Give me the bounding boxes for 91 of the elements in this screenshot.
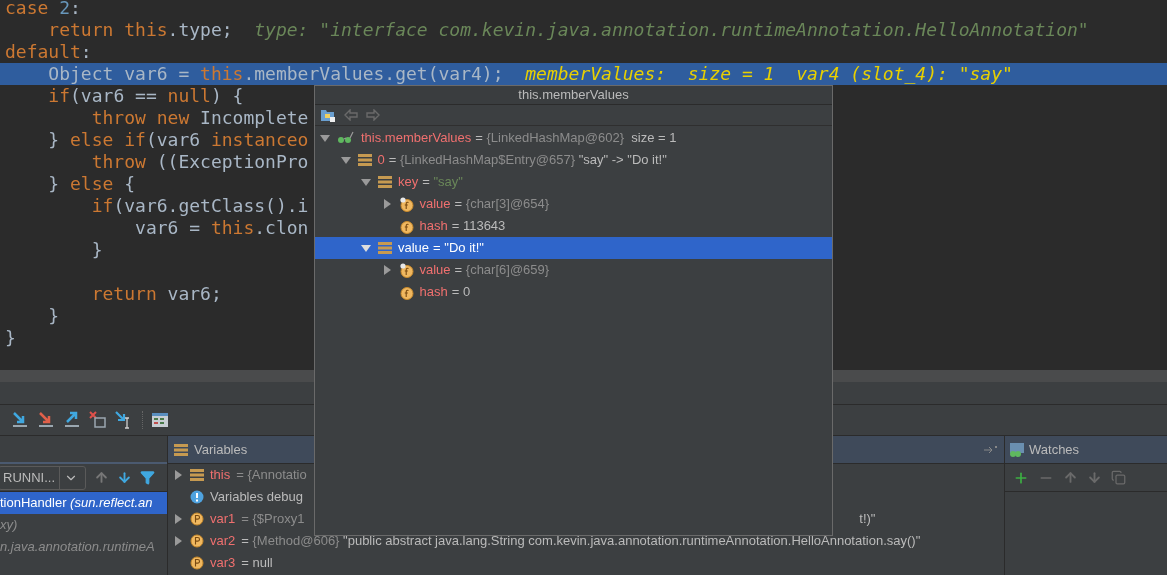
tree-row[interactable]: value = {char[3]@654}	[315, 193, 832, 215]
expand-arrow-icon[interactable]	[172, 535, 184, 547]
variable-value: = 0	[451, 283, 471, 302]
variable-value: = "Do it!"	[433, 239, 484, 258]
back-icon[interactable]	[344, 109, 358, 121]
variable-name: var2	[210, 532, 236, 551]
variable-value: = 113643	[451, 217, 506, 236]
variable-name: hash	[419, 217, 448, 236]
tree-row[interactable]: this.memberValues = {LinkedHashMap@602} size = 1	[315, 127, 832, 149]
variable-value: = {LinkedHashMap$Entry@657} "say" -> "Do it!"	[388, 151, 667, 170]
drop-frame-icon[interactable]	[88, 410, 108, 430]
folder-icon[interactable]	[320, 107, 336, 123]
arrow-down-icon[interactable]	[1087, 470, 1102, 485]
code-line: default:	[5, 41, 92, 63]
frame-row[interactable]: xy)	[0, 514, 167, 536]
thread-dropdown[interactable]: RUNNI...	[0, 465, 86, 490]
step-into-icon[interactable]	[10, 410, 30, 430]
code-line: }	[5, 327, 16, 349]
variable-value: = {LinkedHashMap@602} size = 1	[475, 129, 677, 148]
variable-name: hash	[419, 283, 448, 302]
field-list-icon	[190, 469, 204, 481]
field-list-icon	[174, 443, 188, 456]
frame-row[interactable]: n.java.annotation.runtimeA	[0, 536, 167, 558]
tree-row[interactable]: 0 = {LinkedHashMap$Entry@657} "say" -> "Do it!"	[315, 149, 832, 171]
tree-row[interactable]: hash = 113643	[315, 215, 832, 237]
field-list-icon	[357, 154, 372, 166]
tree-row[interactable]: value = "Do it!"	[315, 237, 832, 259]
code-line: case 2:	[5, 0, 81, 19]
info-message: Variables debug	[210, 488, 303, 507]
panel-title: Variables	[194, 440, 248, 459]
evaluate-icon[interactable]	[151, 411, 169, 429]
field-icon	[398, 218, 414, 234]
code-line: throw new Incomplete	[90, 107, 309, 129]
variable-value: = null	[241, 554, 273, 573]
variable-value: = {Annotatio	[236, 466, 307, 485]
final-field-icon	[398, 196, 414, 212]
copy-icon[interactable]	[1111, 470, 1126, 485]
variable-name: var3	[210, 554, 236, 573]
code-line: var6 = this.clon	[134, 217, 309, 239]
variable-value: t!)"	[859, 510, 876, 529]
glasses-icon	[1009, 441, 1025, 458]
field-icon	[398, 284, 414, 300]
tree-row[interactable]: hash = 0	[315, 281, 832, 303]
code-line: return this.type; type: "interface com.kevin.java.annotation.runtimeAnnotation.HelloAnnotation"	[47, 19, 1089, 41]
code-line: }	[90, 239, 103, 261]
variable-value: = {char[6]@659}	[454, 261, 550, 280]
code-line: Object var6 = this.memberValues.get(var4); memberValues: size = 1 var4 (slot_4): "say"	[47, 63, 1013, 85]
final-field-icon	[398, 262, 414, 278]
variable-name: value	[419, 195, 451, 214]
code-line: }	[47, 305, 60, 327]
popup-title: this.memberValues	[518, 86, 629, 105]
filter-icon[interactable]	[140, 470, 155, 485]
variable-value: = {$Proxy1	[241, 510, 305, 529]
panel-title: Watches	[1029, 440, 1080, 459]
collapse-arrow-icon[interactable]	[339, 154, 352, 166]
variable-name: value	[419, 261, 451, 280]
tree-row[interactable]: key = "say"	[315, 171, 832, 193]
collapse-arrow-icon[interactable]	[360, 176, 372, 188]
code-line: throw ((ExceptionPro	[90, 151, 309, 173]
variable-value: = {Method@606} "public abstract java.lang.String com.kevin.java.annotation.runtimeAnnotation.HelloAnnotation.say()"	[241, 532, 921, 551]
variable-name: value	[398, 239, 430, 258]
glasses-icon	[337, 131, 355, 145]
arrow-down-icon[interactable]	[117, 470, 132, 485]
parameter-icon	[190, 534, 204, 548]
variable-name: 0	[377, 151, 385, 170]
code-line: if(var6 == null) {	[47, 85, 244, 107]
expand-arrow-icon[interactable]	[172, 469, 184, 481]
variable-name: var1	[210, 510, 236, 529]
collapse-arrow-icon[interactable]	[319, 132, 331, 144]
code-line: if(var6.getClass().i	[90, 195, 309, 217]
code-line: } else if(var6 instanceo	[47, 129, 309, 151]
parameter-icon	[190, 556, 204, 570]
variable-name: this	[210, 466, 231, 485]
tree-row[interactable]: value = {char[6]@659}	[315, 259, 832, 281]
field-list-icon	[378, 242, 392, 254]
collapse-arrow-icon[interactable]	[360, 242, 372, 254]
code-line: } else {	[47, 173, 136, 195]
variable-value: = {char[3]@654}	[454, 195, 550, 214]
variable-name: this.memberValues	[361, 129, 472, 148]
variable-value: = "say"	[422, 173, 463, 192]
variable-name: key	[398, 173, 419, 192]
field-list-icon	[378, 176, 392, 188]
parameter-icon	[190, 512, 204, 526]
info-icon	[190, 490, 204, 504]
hide-panel-icon[interactable]	[984, 444, 998, 455]
expand-arrow-icon[interactable]	[172, 513, 184, 525]
code-line: return var6;	[90, 283, 222, 305]
forward-icon[interactable]	[366, 109, 380, 121]
force-step-into-icon[interactable]	[36, 410, 56, 430]
step-out-icon[interactable]	[62, 410, 82, 430]
frame-row[interactable]: tionHandler (sun.reflect.an	[0, 492, 167, 514]
